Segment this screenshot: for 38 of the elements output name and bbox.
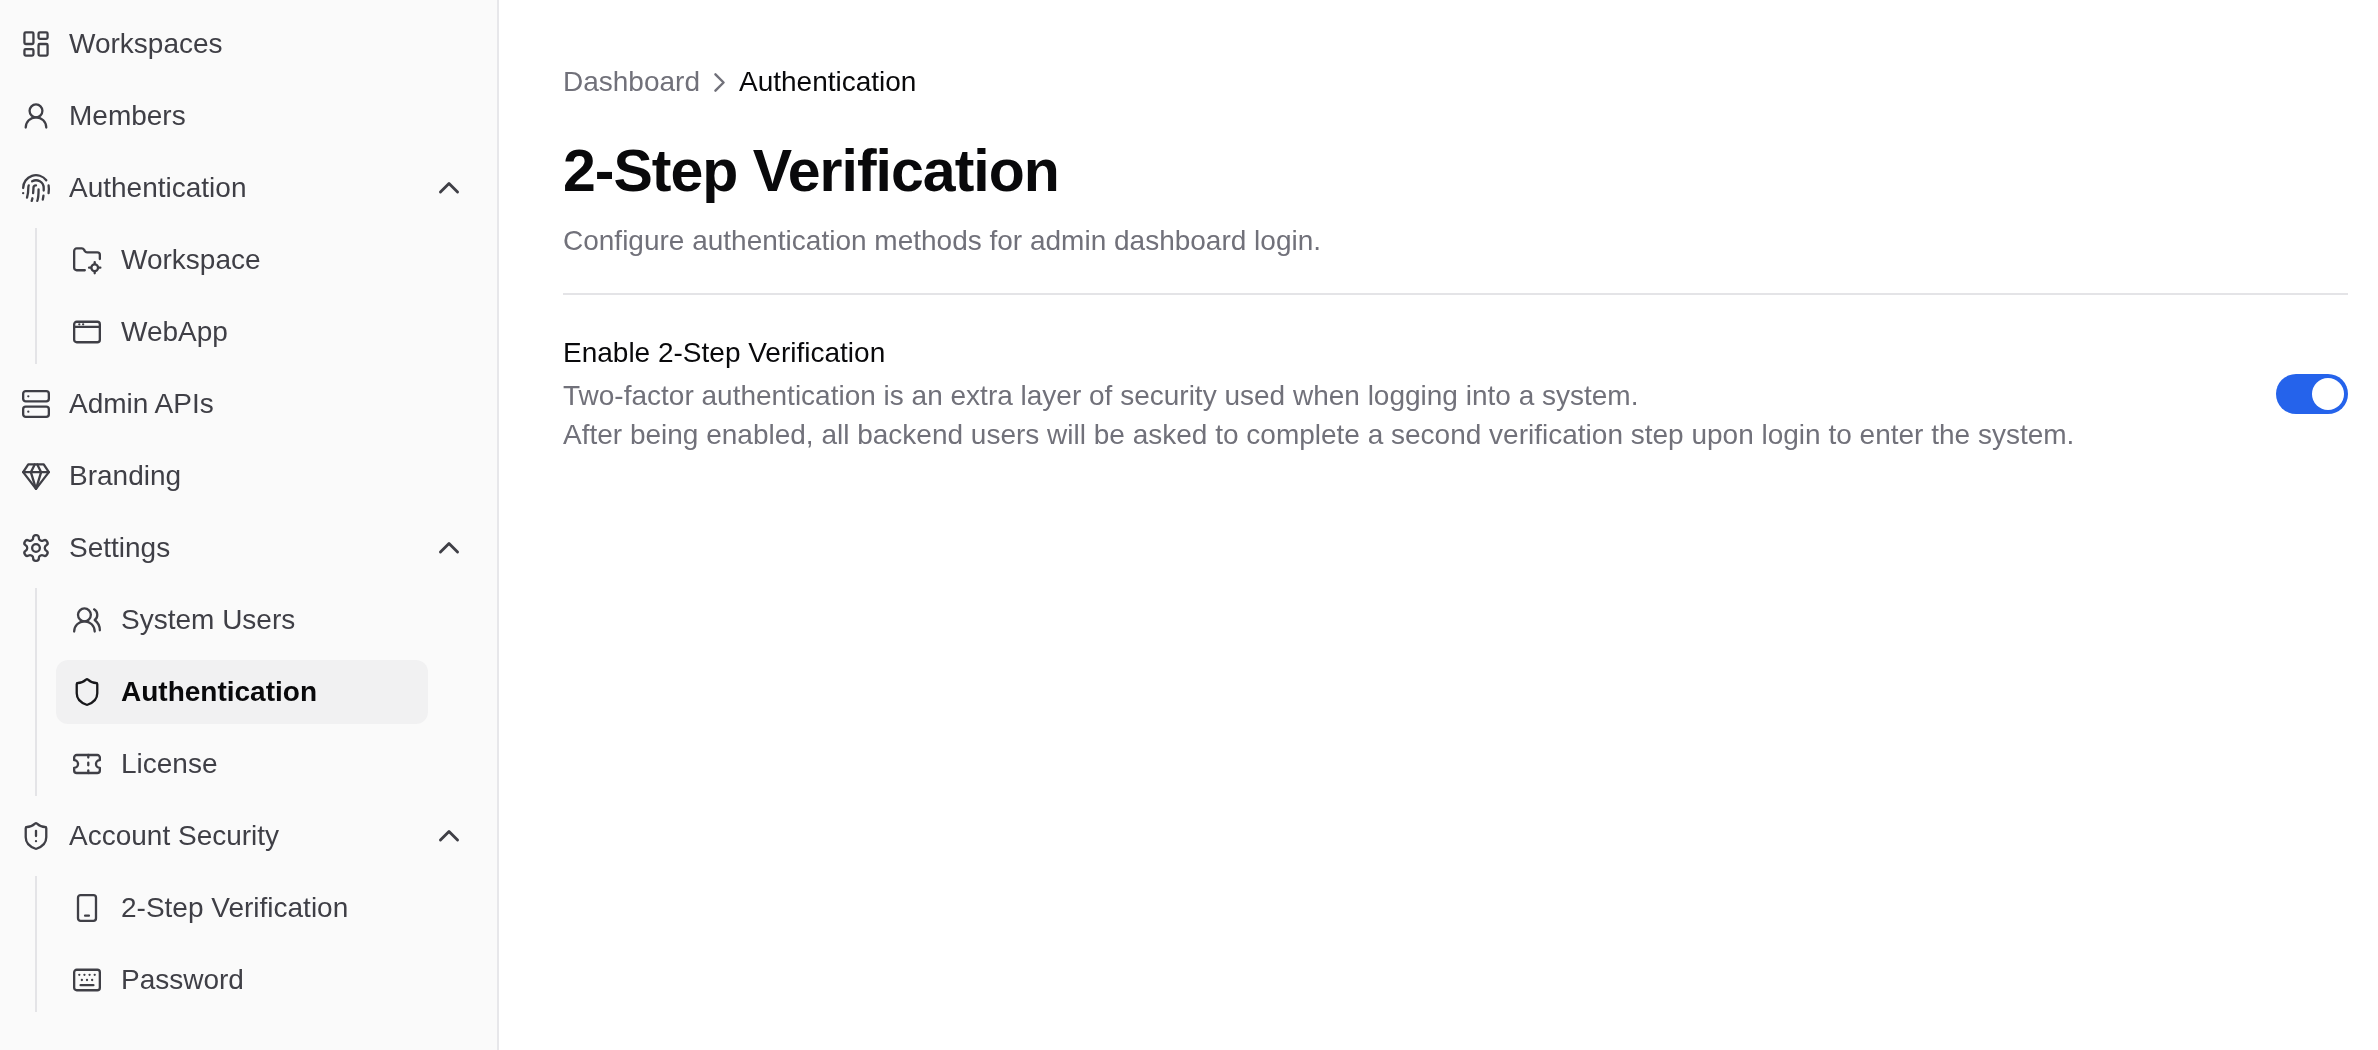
folder-gear-icon (73, 246, 101, 274)
breadcrumb-link[interactable]: Dashboard (563, 66, 700, 98)
sidebar-item[interactable]: Branding (22, 444, 182, 508)
sidebar-item[interactable]: Members (22, 84, 186, 148)
setting-title: Enable 2-Step Verification (563, 336, 887, 370)
setting-description: After being enabled, all backend users will be asked to complete a second verification step upon login to enter the system. (563, 418, 2075, 452)
sidebar-subitem[interactable]: Password (56, 948, 261, 1012)
toggle-switch[interactable] (2276, 373, 2348, 414)
keyboard-icon (73, 966, 101, 994)
page-description: Configure authentication methods for admin dashboard login. (563, 224, 1323, 258)
users-icon (73, 606, 101, 634)
shield-alert-icon (22, 822, 50, 850)
user-icon (22, 102, 50, 130)
server-icon (22, 390, 50, 418)
sidebar-subitem[interactable]: WebApp (56, 300, 245, 364)
grid-icon (22, 30, 50, 58)
sidebar-item[interactable]: Authentication (22, 156, 247, 220)
breadcrumb-current: Authentication (739, 66, 917, 98)
chevron-up-icon[interactable] (439, 830, 459, 842)
chevron-up-icon[interactable] (439, 542, 459, 554)
chevron-up-icon[interactable] (439, 182, 459, 194)
sidebar-item[interactable]: Settings (22, 516, 171, 580)
setting-description: Two-factor authentication is an extra layer of security used when logging into a system. (563, 379, 1640, 413)
gem-icon (22, 462, 50, 490)
sidebar-item[interactable]: Admin APIs (22, 372, 214, 436)
fingerprint-icon (22, 174, 50, 202)
browser-window-icon (73, 318, 101, 346)
sidebar-item[interactable]: Workspaces (22, 12, 223, 76)
chevron-right-icon (714, 72, 725, 92)
sidebar-subitem[interactable]: Authentication (56, 660, 428, 724)
sidebar-subitem[interactable]: Workspace (56, 228, 278, 292)
sidebar-subitem[interactable]: License (56, 732, 235, 796)
settings-icon (22, 534, 50, 562)
sidebar-subitem[interactable]: System Users (56, 588, 313, 652)
sidebar-item[interactable]: Account Security (22, 804, 280, 868)
shield-icon (73, 678, 101, 706)
page-title: 2-Step Verification (563, 137, 1060, 206)
sidebar-subitem[interactable]: 2-Step Verification (56, 876, 366, 940)
